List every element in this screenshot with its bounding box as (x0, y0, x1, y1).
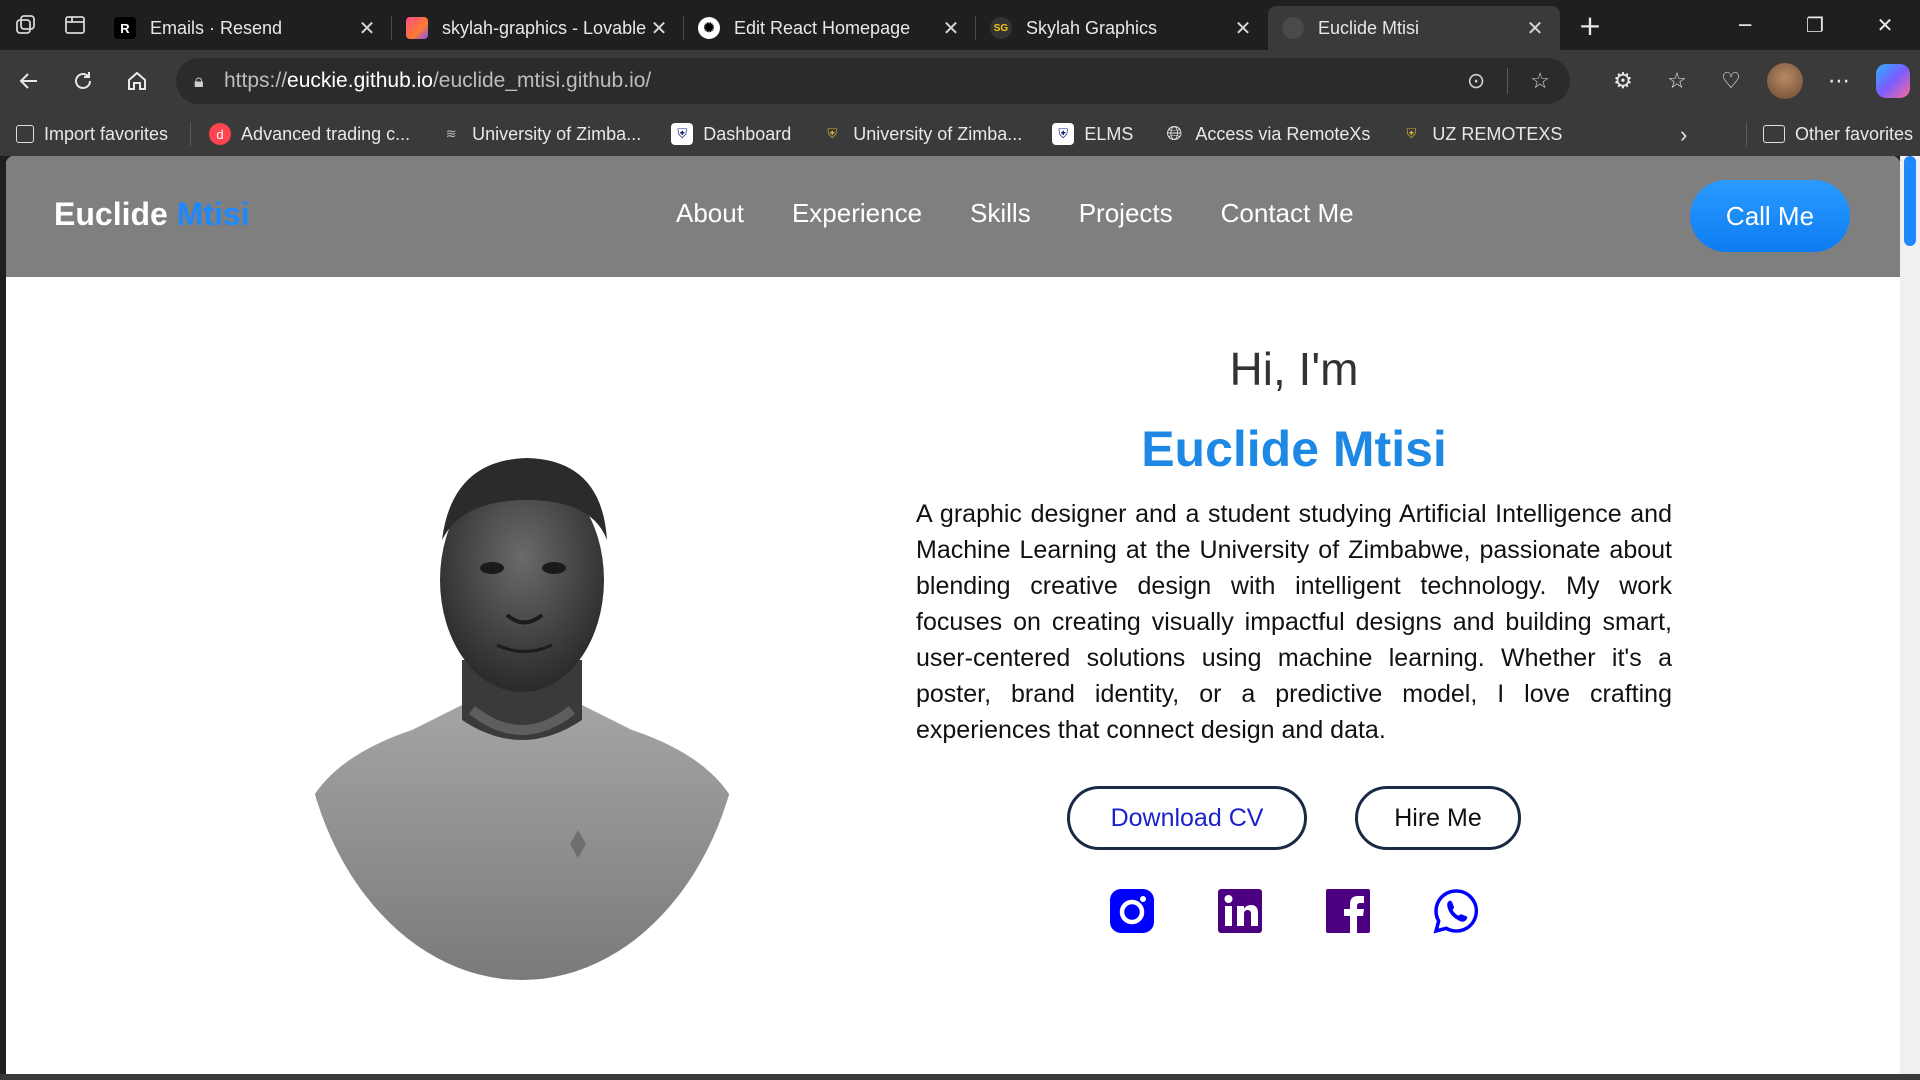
site-logo[interactable]: Euclide Mtisi (54, 196, 250, 233)
browser-toolbar: 🔒︎ https://euckie.github.io/euclide_mtis… (0, 50, 1920, 112)
tab-lovable[interactable]: skylah-graphics - Lovable ✕ (392, 6, 684, 50)
minimize-icon[interactable]: ─ (1710, 0, 1780, 50)
bookmarks-bar: Import favorites d Advanced trading c...… (0, 112, 1920, 156)
refresh-icon[interactable] (56, 54, 110, 108)
bookmark-elms[interactable]: ⛨ ELMS (1052, 123, 1133, 145)
tab-actions-icon[interactable] (50, 0, 100, 50)
bookmark-dashboard[interactable]: ⛨ Dashboard (671, 123, 791, 145)
bookmark-uz-remotexs[interactable]: ⛨ UZ REMOTEXS (1400, 123, 1563, 145)
linkedin-icon[interactable] (1217, 888, 1263, 934)
close-tab-icon[interactable]: ✕ (940, 16, 962, 41)
browser-essentials-icon[interactable]: ♡ (1704, 54, 1758, 108)
page-scrollbar[interactable] (1900, 156, 1920, 1074)
instagram-icon[interactable] (1109, 888, 1155, 934)
bookmark-other-favorites[interactable]: Other favorites (1746, 112, 1913, 156)
tab-title: Edit React Homepage (734, 17, 911, 38)
nav-projects[interactable]: Projects (1079, 198, 1173, 229)
hero-section: Hi, I'm Euclide Mtisi A graphic designer… (916, 342, 1672, 934)
globe-icon: 🌐︎ (1166, 122, 1183, 145)
address-bar[interactable]: 🔒︎ https://euckie.github.io/euclide_mtis… (176, 58, 1570, 104)
site-menu: About Experience Skills Projects Contact… (676, 198, 1354, 229)
tab-skylah[interactable]: SG Skylah Graphics ✕ (976, 6, 1268, 50)
url-text: https://euckie.github.io/euclide_mtisi.g… (224, 69, 652, 92)
nav-contact[interactable]: Contact Me (1221, 198, 1354, 229)
bookmark-remotexs[interactable]: 🌐︎ Access via RemoteXs (1163, 123, 1370, 145)
tab-chatgpt[interactable]: ✺ Edit React Homepage ✕ (684, 6, 976, 50)
new-tab-button[interactable]: + (1568, 3, 1612, 47)
deriv-icon: d (209, 123, 232, 145)
workspaces-icon[interactable] (0, 0, 50, 50)
social-links (916, 888, 1672, 934)
profile-portrait (302, 458, 742, 980)
bookmark-import-favorites[interactable]: Import favorites (16, 124, 168, 145)
close-tab-icon[interactable]: ✕ (1232, 16, 1254, 41)
hero-name: Euclide Mtisi (1141, 421, 1447, 477)
close-window-icon[interactable]: ✕ (1850, 0, 1920, 50)
skylah-icon: SG (990, 17, 1012, 39)
tab-resend[interactable]: R Emails · Resend ✕ (100, 6, 392, 50)
read-aloud-icon[interactable]: ⊙ (1467, 68, 1485, 94)
university-icon: ≋ (445, 126, 457, 141)
tab-title: Skylah Graphics (1026, 17, 1158, 38)
import-icon (16, 125, 34, 143)
nav-experience[interactable]: Experience (792, 198, 922, 229)
copilot-icon[interactable] (1876, 64, 1910, 98)
lovable-icon (406, 17, 428, 39)
bookmark-university-zimbabwe-1[interactable]: ≋ University of Zimba... (440, 123, 642, 145)
whatsapp-icon[interactable] (1433, 888, 1479, 934)
hire-me-button[interactable]: Hire Me (1355, 786, 1521, 850)
extensions-icon[interactable]: ⚙ (1596, 54, 1650, 108)
favorites-icon[interactable]: ☆ (1650, 54, 1704, 108)
site-header: Euclide Mtisi About Experience Skills Pr… (6, 156, 1900, 277)
home-icon[interactable] (110, 54, 164, 108)
nav-about[interactable]: About (676, 198, 744, 229)
call-me-button[interactable]: Call Me (1690, 180, 1850, 252)
restore-icon[interactable]: ❐ (1780, 0, 1850, 50)
bio-paragraph: A graphic designer and a student studyin… (916, 500, 1672, 744)
tab-title: skylah-graphics - Lovable (442, 17, 647, 38)
tab-bar: R Emails · Resend ✕ skylah-graphics - Lo… (0, 0, 1920, 50)
crest-icon: ⛨ (1406, 126, 1417, 141)
scrollbar-thumb[interactable] (1904, 156, 1916, 246)
tab-title: Euclide Mtisi (1318, 17, 1420, 38)
download-cv-button[interactable]: Download CV (1067, 786, 1307, 850)
chevron-right-icon[interactable]: › (1680, 122, 1687, 148)
page-viewport: Euclide Mtisi About Experience Skills Pr… (6, 156, 1900, 1074)
favorite-star-icon[interactable]: ☆ (1530, 68, 1550, 94)
close-tab-icon[interactable]: ✕ (648, 16, 670, 41)
site-icon (1282, 17, 1304, 39)
bookmark-university-zimbabwe-2[interactable]: ⛨ University of Zimba... (821, 123, 1022, 145)
profile-avatar[interactable] (1767, 63, 1803, 99)
nav-skills[interactable]: Skills (970, 198, 1031, 229)
close-tab-icon[interactable]: ✕ (356, 16, 378, 41)
back-icon[interactable] (2, 54, 56, 108)
folder-icon (1763, 125, 1785, 143)
bookmark-advanced-trading[interactable]: d Advanced trading c... (209, 123, 410, 145)
crest-icon: ⛨ (1052, 123, 1075, 145)
chatgpt-icon: ✺ (698, 17, 720, 39)
crest-icon: ⛨ (671, 123, 694, 145)
tab-title: Emails · Resend (150, 17, 283, 38)
facebook-icon[interactable] (1325, 888, 1371, 934)
more-menu-icon[interactable]: ⋯ (1812, 54, 1866, 108)
greeting-text: Hi, I'm (1229, 343, 1359, 395)
site-info-icon[interactable]: 🔒︎ (194, 71, 224, 92)
close-tab-icon[interactable]: ✕ (1524, 16, 1546, 41)
resend-icon: R (114, 17, 136, 39)
tab-euclide[interactable]: Euclide Mtisi ✕ (1268, 6, 1560, 50)
crest-icon: ⛨ (827, 126, 838, 141)
